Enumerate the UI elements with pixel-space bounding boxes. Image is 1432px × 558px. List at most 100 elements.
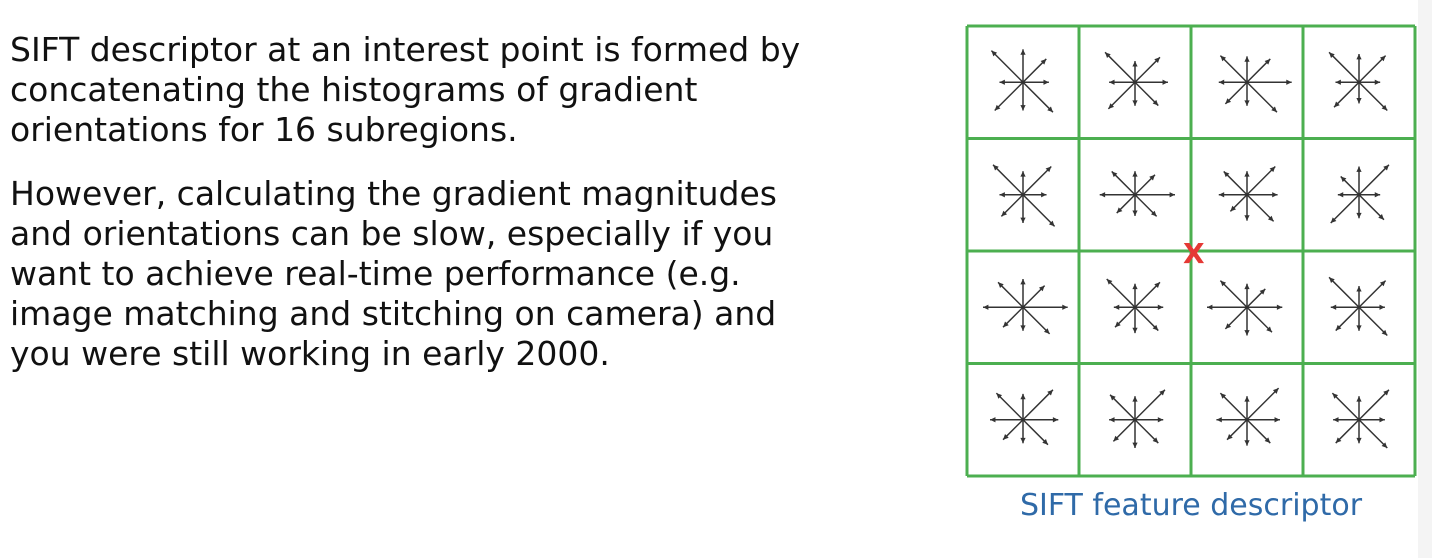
arrow-head <box>990 417 996 423</box>
arrow-head <box>1020 49 1026 55</box>
gradient-arrow <box>1104 51 1136 83</box>
arrow-head <box>999 192 1005 198</box>
arrow-head <box>1132 283 1138 290</box>
arrow-head <box>1356 166 1362 172</box>
arrow-head <box>1276 304 1283 310</box>
gradient-arrow <box>1246 81 1278 113</box>
arrow-head <box>1244 283 1250 290</box>
arrow-head <box>1244 215 1250 221</box>
arrow-head <box>1020 325 1026 331</box>
gradient-arrow <box>1358 81 1388 112</box>
arrow-head <box>1356 54 1362 60</box>
sift-descriptor-figure: X <box>965 24 1417 478</box>
arrow-head <box>1244 330 1250 336</box>
arrow-head <box>1330 304 1337 310</box>
arrow-head <box>1132 210 1138 216</box>
arrow-head <box>1132 396 1138 402</box>
arrow-head <box>1286 79 1292 85</box>
gradient-arrow <box>1107 81 1136 110</box>
sift-grid-svg: X <box>965 24 1417 478</box>
arrow-head <box>1379 304 1385 310</box>
gradient-arrow <box>1328 276 1360 308</box>
arrow-head <box>1041 192 1047 198</box>
arrow-head <box>1356 396 1362 402</box>
arrow-head <box>1335 79 1341 85</box>
arrow-head <box>1169 192 1175 198</box>
arrow-head <box>1356 212 1362 219</box>
arrow-head <box>1020 279 1026 285</box>
gradient-arrow <box>995 392 1024 421</box>
arrow-head <box>1244 440 1250 446</box>
text-column: SIFT descriptor at an interest point is … <box>10 30 910 374</box>
arrow-head <box>1020 393 1026 400</box>
figure-caption: SIFT feature descriptor <box>1019 488 1363 523</box>
arrow-head <box>1379 417 1385 423</box>
gradient-arrow <box>1358 419 1388 449</box>
gradient-arrow <box>1330 194 1360 224</box>
gradient-arrow <box>1022 81 1054 113</box>
arrow-head <box>1020 437 1026 444</box>
gradient-arrow <box>1022 389 1054 421</box>
gradient-arrow <box>1022 165 1052 196</box>
arrow-head <box>1043 79 1049 85</box>
arrow-head <box>1356 437 1362 444</box>
paragraph-2-line: image matching and stitching on camera) … <box>10 294 777 333</box>
arrow-head <box>1244 396 1250 402</box>
gradient-arrow <box>1246 165 1276 196</box>
paragraph-2-line: However, calculating the gradient magnit… <box>10 174 777 213</box>
arrow-head <box>1157 304 1164 310</box>
arrow-head <box>1109 417 1115 423</box>
arrow-head <box>1244 56 1250 62</box>
arrow-head <box>1374 192 1381 198</box>
arrow-head <box>1356 325 1362 331</box>
paragraph-1-line: concatenating the histograms of gradient <box>10 70 698 109</box>
gradient-arrow <box>1328 51 1360 83</box>
arrow-head <box>983 304 989 310</box>
arrow-head <box>1020 217 1026 223</box>
arrow-head <box>1337 192 1344 198</box>
arrow-head <box>1374 79 1381 85</box>
gradient-arrow <box>1358 389 1390 421</box>
paragraph-1-line: SIFT descriptor at an interest point is … <box>10 30 801 69</box>
arrow-head <box>1218 192 1225 198</box>
arrow-head <box>1207 304 1213 310</box>
arrow-head <box>1020 105 1026 111</box>
arrow-head <box>1244 100 1250 106</box>
gradient-arrow <box>1246 194 1275 222</box>
gradient-arrow <box>1358 55 1387 83</box>
slide-edge <box>1418 0 1432 558</box>
gradient-arrow <box>1331 392 1360 421</box>
gradient-arrow <box>994 81 1024 112</box>
arrow-head <box>1218 79 1225 85</box>
gradient-arrow <box>1106 278 1136 308</box>
arrow-head <box>1052 417 1059 423</box>
interest-point-marker: X <box>1183 237 1205 270</box>
arrow-head <box>1333 417 1339 423</box>
gradient-arrow <box>1219 392 1248 421</box>
gradient-arrow <box>992 164 1024 196</box>
gradient-arrow <box>1246 387 1280 421</box>
paragraph-1: SIFT descriptor at an interest point is … <box>10 30 910 150</box>
paragraph-2-line: you were still working in early 2000. <box>10 334 610 373</box>
gradient-arrow <box>1022 194 1056 227</box>
arrow-head <box>1109 79 1115 85</box>
arrow-head <box>1132 327 1138 334</box>
arrow-head <box>1132 100 1138 106</box>
arrow-head <box>1272 192 1278 198</box>
gradient-arrow <box>1134 389 1166 421</box>
paragraph-1-line: orientations for 16 subregions. <box>10 110 518 149</box>
arrow-head <box>1274 417 1280 423</box>
arrow-head <box>1132 171 1138 177</box>
arrow-head <box>1356 98 1362 104</box>
gradient-arrow <box>1358 164 1390 196</box>
gradient-arrow <box>990 50 1024 83</box>
arrow-head <box>1062 304 1068 310</box>
arrow-head <box>1356 286 1362 292</box>
arrow-head <box>999 79 1005 85</box>
paragraph-2-line: want to achieve real-time performance (e… <box>10 254 741 293</box>
gradient-arrow <box>1219 55 1248 83</box>
paragraph-2-line: and orientations can be slow, especially… <box>10 214 774 253</box>
arrow-head <box>1216 417 1222 423</box>
paragraph-2: However, calculating the gradient magnit… <box>10 174 910 374</box>
arrow-head <box>1157 417 1164 423</box>
